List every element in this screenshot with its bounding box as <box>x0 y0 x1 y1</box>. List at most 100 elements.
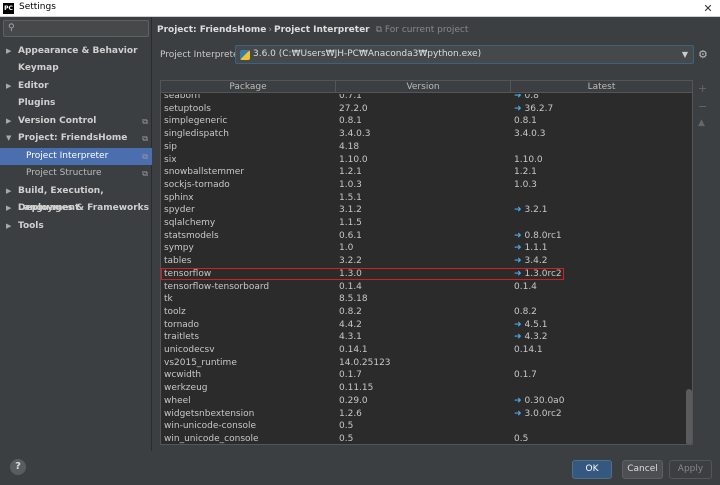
table-row[interactable]: vs2015_runtime 14.0.25123 <box>161 357 686 370</box>
scrollbar-thumb[interactable] <box>686 389 692 444</box>
table-row[interactable]: tables 3.2.2 ➜ 3.4.2 <box>161 255 686 268</box>
package-cell: werkzeug <box>164 383 208 394</box>
sidebar-item[interactable]: ▼ Project: FriendsHome ⧉ <box>0 130 152 147</box>
table-row[interactable]: tensorflow-tensorboard 0.1.4 0.1.4 <box>161 281 686 294</box>
python-icon <box>240 50 250 60</box>
table-row[interactable]: sockjs-tornado 1.0.3 1.0.3 <box>161 179 686 192</box>
column-header-version[interactable]: Version <box>336 81 511 93</box>
pycharm-logo-icon: PC <box>3 3 14 14</box>
settings-search-input[interactable]: ⚲ <box>3 20 149 37</box>
package-cell: wheel <box>164 395 191 406</box>
expand-arrow-icon[interactable]: ▶ <box>6 113 11 130</box>
table-row[interactable]: statsmodels 0.6.1 ➜ 0.8.0rc1 <box>161 230 686 243</box>
latest-value: 0.1.7 <box>514 370 537 381</box>
version-cell: 4.3.1 <box>339 332 362 343</box>
table-row[interactable]: spyder 3.1.2 ➜ 3.2.1 <box>161 204 686 217</box>
sidebar-item[interactable]: ▶ Tools <box>0 218 152 235</box>
sidebar-item[interactable]: Plugins <box>0 95 152 112</box>
sidebar-item[interactable]: ▶ Version Control ⧉ <box>0 113 152 130</box>
sidebar-item[interactable]: ▶ Editor <box>0 78 152 95</box>
version-cell: 0.8.1 <box>339 116 362 127</box>
package-cell: snowballstemmer <box>164 167 245 178</box>
table-row[interactable]: simplegeneric 0.8.1 0.8.1 <box>161 115 686 128</box>
sidebar-item[interactable]: Keymap <box>0 60 152 77</box>
sidebar-item[interactable]: Project Structure ⧉ <box>0 165 152 182</box>
vertical-scrollbar[interactable] <box>686 94 692 444</box>
table-row[interactable]: wcwidth 0.1.7 0.1.7 <box>161 369 686 382</box>
sidebar-item[interactable]: ▶ Languages & Frameworks <box>0 200 152 217</box>
version-cell: 1.3.0 <box>339 268 362 279</box>
table-row[interactable]: win-unicode-console 0.5 <box>161 420 686 433</box>
package-cell: seaborn <box>164 94 201 101</box>
search-icon: ⚲ <box>8 23 15 33</box>
expand-arrow-icon[interactable]: ▶ <box>6 43 11 60</box>
version-cell: 8.5.18 <box>339 294 368 305</box>
table-row[interactable]: sympy 1.0 ➜ 1.1.1 <box>161 242 686 255</box>
latest-value: 1.10.0 <box>514 154 543 165</box>
latest-cell: ➜ 3.4.2 <box>514 255 547 268</box>
package-cell: widgetsnbextension <box>164 408 255 419</box>
expand-arrow-icon[interactable]: ▶ <box>6 183 11 200</box>
latest-value: 36.2.7 <box>524 103 554 114</box>
package-cell: traitlets <box>164 332 200 343</box>
table-row[interactable]: toolz 0.8.2 0.8.2 <box>161 306 686 319</box>
packages-table: Package Version Latest seaborn 0.7.1 ➜ 0.8 s… <box>160 80 693 445</box>
package-cell: win-unicode-console <box>164 421 257 432</box>
table-row[interactable]: six 1.10.0 1.10.0 <box>161 154 686 167</box>
latest-value: 0.30.0a0 <box>524 395 565 406</box>
latest-cell: ➜ 3.0.0rc2 <box>514 408 562 421</box>
latest-cell: 3.4.0.3 <box>514 128 546 141</box>
table-row[interactable]: tk 8.5.18 <box>161 293 686 306</box>
interpreter-value: 3.6.0 (C:₩Users₩JH-PC₩Anaconda3₩python.e… <box>253 49 482 59</box>
package-cell: toolz <box>164 306 186 317</box>
version-cell: 1.0.3 <box>339 179 362 190</box>
project-scope-icon: ⧉ <box>142 134 148 143</box>
sidebar-item[interactable]: ▶ Appearance & Behavior <box>0 43 152 60</box>
table-row[interactable]: traitlets 4.3.1 ➜ 4.3.2 <box>161 331 686 344</box>
latest-cell: 1.0.3 <box>514 179 537 192</box>
gear-icon[interactable]: ⚙ <box>698 48 708 61</box>
table-row[interactable]: setuptools 27.2.0 ➜ 36.2.7 <box>161 103 686 116</box>
table-row[interactable]: tensorflow 1.3.0 ➜ 1.3.0rc2 <box>161 267 564 281</box>
table-row[interactable]: tornado 4.4.2 ➜ 4.5.1 <box>161 319 686 332</box>
table-row[interactable]: sphinx 1.5.1 <box>161 192 686 205</box>
table-row[interactable]: singledispatch 3.4.0.3 3.4.0.3 <box>161 128 686 141</box>
expand-arrow-icon[interactable]: ▶ <box>6 200 11 217</box>
close-button[interactable]: ✕ <box>696 0 720 17</box>
ok-button[interactable]: OK <box>572 460 612 479</box>
upgrade-arrow-icon: ➜ <box>514 256 522 267</box>
version-cell: 3.1.2 <box>339 205 362 216</box>
sidebar-item[interactable]: Project Interpreter ⧉ <box>0 148 152 165</box>
column-header-package[interactable]: Package <box>161 81 336 93</box>
remove-package-icon[interactable]: − <box>698 100 707 113</box>
table-row[interactable]: unicodecsv 0.14.1 0.14.1 <box>161 344 686 357</box>
package-cell: tensorflow <box>164 268 212 279</box>
table-row[interactable]: wheel 0.29.0 ➜ 0.30.0a0 <box>161 395 686 408</box>
expand-arrow-icon[interactable]: ▶ <box>6 78 11 95</box>
package-cell: spyder <box>164 205 195 216</box>
table-row[interactable]: win_unicode_console 0.5 0.5 <box>161 433 686 444</box>
table-row[interactable]: werkzeug 0.11.15 <box>161 382 686 395</box>
upgrade-arrow-icon: ➜ <box>514 94 522 101</box>
version-cell: 0.29.0 <box>339 395 368 406</box>
column-header-latest[interactable]: Latest <box>511 81 692 93</box>
table-row[interactable]: sqlalchemy 1.1.5 <box>161 217 686 230</box>
apply-button[interactable]: Apply <box>669 460 712 479</box>
table-row[interactable]: widgetsnbextension 1.2.6 ➜ 3.0.0rc2 <box>161 408 686 421</box>
add-package-icon[interactable]: + <box>698 82 707 95</box>
upgrade-package-icon[interactable]: ▲ <box>698 118 705 128</box>
table-row[interactable]: seaborn 0.7.1 ➜ 0.8 <box>161 94 686 103</box>
dropdown-arrow-icon[interactable]: ▼ <box>679 47 691 62</box>
table-row[interactable]: sip 4.18 <box>161 141 686 154</box>
sidebar-item-label: Keymap <box>18 63 59 73</box>
version-cell: 3.2.2 <box>339 256 362 267</box>
latest-cell: ➜ 36.2.7 <box>514 103 553 116</box>
sidebar-item[interactable]: ▶ Build, Execution, Deployment <box>0 183 152 213</box>
table-row[interactable]: snowballstemmer 1.2.1 1.2.1 <box>161 166 686 179</box>
expand-arrow-icon[interactable]: ▶ <box>6 218 11 235</box>
help-button[interactable]: ? <box>10 459 26 475</box>
breadcrumb-project[interactable]: Project: FriendsHome <box>157 25 266 35</box>
expand-arrow-icon[interactable]: ▼ <box>6 130 11 147</box>
interpreter-select[interactable]: 3.6.0 (C:₩Users₩JH-PC₩Anaconda3₩python.e… <box>235 45 694 64</box>
cancel-button[interactable]: Cancel <box>622 460 663 479</box>
